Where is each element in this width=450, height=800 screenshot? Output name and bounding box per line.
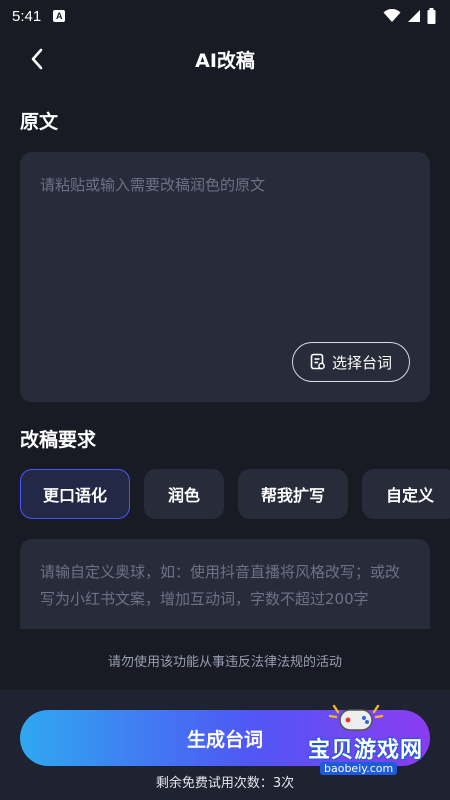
wifi-icon: [383, 9, 401, 22]
legal-notice: 请勿使用该功能从事违反法律法规的活动: [107, 655, 342, 670]
chip-polish[interactable]: 润色: [144, 469, 224, 519]
chip-more-colloquial[interactable]: 更口语化: [20, 469, 130, 519]
source-section-label: 原文: [20, 111, 59, 133]
select-lines-button[interactable]: 选择台词: [292, 342, 410, 382]
source-text-input[interactable]: 请粘贴或输入需要改稿润色的原文 选择台词: [20, 152, 430, 402]
page-title: AI改稿: [195, 50, 255, 72]
chip-custom[interactable]: 自定义: [362, 469, 450, 519]
watermark-text: 宝贝游戏网: [308, 738, 424, 763]
watermark-url: baobeiy.com: [320, 762, 398, 775]
requirement-chips: 更口语化 润色 帮我扩写 自定义: [20, 469, 450, 519]
chip-expand[interactable]: 帮我扩写: [238, 469, 348, 519]
signal-icon: [408, 10, 420, 22]
custom-requirement-input[interactable]: 请输自定义奥球，如：使用抖音直播将风格改写；或改写为小红书文案，增加互动词，字数…: [20, 539, 430, 629]
status-time: 5:41: [12, 7, 42, 25]
status-icons: [383, 8, 436, 24]
source-placeholder: 请粘贴或输入需要改稿润色的原文: [40, 176, 266, 194]
requirements-section-label: 改稿要求: [20, 429, 97, 451]
select-lines-label: 选择台词: [331, 353, 392, 372]
document-icon: [310, 353, 325, 370]
battery-icon: [427, 8, 436, 24]
requirement-placeholder: 请输自定义奥球，如：使用抖音直播将风格改写；或改写为小红书文案，增加互动词，字数…: [40, 563, 401, 608]
notification-icon: A: [53, 10, 66, 22]
watermark: 宝贝游戏网 baobeiy.com: [300, 702, 430, 782]
status-bar: 5:41 A: [0, 0, 450, 32]
header: AI改稿: [0, 36, 450, 80]
